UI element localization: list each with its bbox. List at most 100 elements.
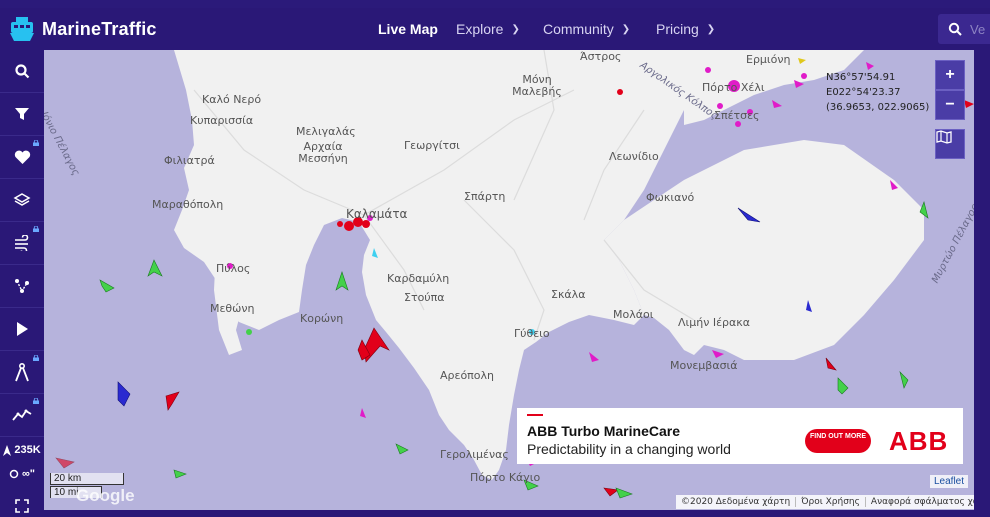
playback-tool-button[interactable]	[0, 308, 44, 351]
map-place-label: Μεθώνη	[210, 302, 255, 315]
tanker-vessel-marker[interactable]	[964, 100, 974, 108]
map-place-label: Αρχαία Μεσσήνη	[298, 140, 348, 165]
weather-tool-button[interactable]	[0, 222, 44, 265]
map-place-label: Ερμιόνη	[746, 53, 791, 66]
layers-icon	[13, 193, 31, 206]
map-place-label: Πόρτο Χέλι	[702, 81, 765, 94]
analytics-tool-button[interactable]	[0, 394, 44, 437]
map-place-label: Κορώνη	[300, 312, 344, 325]
right-edge	[974, 50, 990, 517]
map-place-label: Μελιγαλάς	[296, 125, 356, 138]
nav-pricing[interactable]: Pricing ❯	[656, 8, 715, 50]
map-place-label: Γεωργίτσι	[404, 139, 460, 152]
anchored-vessel-dot[interactable]	[337, 221, 343, 227]
search-box[interactable]: Ve	[938, 14, 990, 44]
chevron-down-icon: ❯	[511, 23, 520, 35]
measure-tool-button[interactable]	[0, 351, 44, 394]
route-icon	[15, 279, 29, 293]
layers-tool-button[interactable]	[0, 179, 44, 222]
nav-community[interactable]: Community ❯	[543, 8, 630, 50]
pleasure-vessel-marker[interactable]	[772, 100, 782, 108]
anchored-vessel-dot[interactable]	[246, 329, 252, 335]
cargo-vessel-marker[interactable]	[615, 487, 633, 499]
cursor-coordinates: N36°57'54.91 E022°54'23.37 (36.9653, 022…	[826, 70, 929, 115]
map-place-label: Πόρτο Κάγιο	[470, 471, 541, 484]
tanker-vessel-marker[interactable]	[363, 327, 390, 363]
attribution-map-data: ©2020 Δεδομένα χάρτη	[676, 497, 797, 507]
cargo-vessel-marker[interactable]	[395, 443, 409, 455]
tanker-vessel-marker[interactable]	[825, 357, 837, 371]
map-place-label: Λεωνίδιο	[609, 150, 659, 163]
passenger-vessel-marker[interactable]	[117, 381, 131, 407]
analytics-icon	[12, 409, 32, 421]
anchored-vessel-dot[interactable]	[344, 221, 354, 231]
nav-live-map-label: Live Map	[378, 21, 438, 37]
search-tool-button[interactable]	[0, 50, 44, 93]
brand[interactable]: MarineTraffic	[8, 8, 157, 50]
cargo-vessel-marker[interactable]	[99, 279, 115, 293]
search-placeholder: Ve	[970, 21, 986, 37]
map-place-label: Μαραθόπολη	[152, 198, 224, 211]
nav-explore[interactable]: Explore ❯	[456, 8, 520, 50]
tanker-vessel-marker[interactable]	[603, 487, 619, 497]
pleasure-vessel-marker[interactable]	[712, 350, 724, 358]
map-place-label: Άστρος	[580, 50, 622, 63]
vessel-count-value: 235K	[14, 444, 41, 456]
cargo-vessel-marker[interactable]	[335, 271, 349, 291]
zoom-out-icon: −	[945, 96, 955, 113]
leaflet-link[interactable]: Leaflet	[930, 475, 969, 488]
vessel-count: 235K	[0, 440, 44, 460]
fullscreen-icon	[15, 499, 29, 513]
map-icon	[936, 130, 952, 144]
tracks-toggle[interactable]: ∞"	[0, 464, 44, 484]
cargo-vessel-marker[interactable]	[147, 259, 163, 277]
coord-decimal: (36.9653, 022.9065)	[826, 102, 930, 113]
anchored-vessel-dot[interactable]	[705, 67, 711, 73]
tanker-vessel-marker[interactable]	[55, 457, 75, 469]
map-place-label: Καρδαμύλη	[387, 272, 450, 285]
filter-tool-button[interactable]	[0, 93, 44, 136]
fullscreen-button[interactable]	[0, 496, 44, 516]
bottom-edge	[44, 510, 974, 517]
favorites-tool-button[interactable]	[0, 136, 44, 179]
map-place-label: Καλό Νερό	[202, 93, 262, 106]
ad-banner[interactable]: ABB Turbo MarineCare Predictability in a…	[517, 408, 963, 464]
ad-title: ABB Turbo MarineCare	[527, 423, 680, 439]
map-place-label: Μόνη Μαλεβής	[512, 73, 562, 98]
search-icon	[948, 22, 962, 36]
pleasure-vessel-marker[interactable]	[866, 62, 874, 70]
routes-tool-button[interactable]	[0, 265, 44, 308]
circle-icon	[9, 469, 19, 479]
ad-subtitle: Predictability in a changing world	[527, 441, 731, 457]
left-toolbar: 235K ∞"	[0, 50, 44, 517]
pleasure-vessel-marker[interactable]	[360, 408, 366, 418]
attribution-report-link[interactable]: Αναφορά σφάλματος χάρτη	[866, 497, 974, 507]
play-icon	[17, 322, 28, 336]
anchored-vessel-dot[interactable]	[617, 89, 623, 95]
live-map[interactable]: Καλό Νερό Κυπαρισσία Μελιγαλάς Αρχαία Με…	[44, 50, 974, 510]
tanker-vessel-marker[interactable]	[165, 391, 180, 411]
nav-live-map[interactable]: Live Map	[378, 8, 438, 50]
map-attribution: ©2020 Δεδομένα χάρτη Όροι Χρήσης Αναφορά…	[676, 495, 974, 509]
pleasure-vessel-marker[interactable]	[589, 352, 599, 362]
cargo-vessel-marker[interactable]	[173, 469, 187, 479]
heart-icon	[14, 150, 30, 164]
ad-accent-bar	[527, 414, 543, 416]
attribution-terms-link[interactable]: Όροι Χρήσης	[796, 497, 866, 507]
nav-explore-label: Explore	[456, 21, 504, 37]
map-type-button[interactable]	[935, 129, 965, 159]
map-place-label: Γερολιμένας	[440, 448, 509, 461]
anchored-vessel-dot[interactable]	[362, 220, 370, 228]
wind-icon	[15, 235, 29, 251]
anchored-vessel-dot[interactable]	[801, 73, 807, 79]
cargo-vessel-marker[interactable]	[899, 371, 909, 389]
zoom-out-button[interactable]: −	[935, 90, 965, 120]
ship-logo-icon	[10, 17, 34, 41]
zoom-in-button[interactable]: +	[935, 60, 965, 90]
cargo-vessel-marker[interactable]	[837, 377, 849, 395]
top-navigation-bar: MarineTraffic Live Map Explore ❯ Communit…	[0, 8, 990, 50]
map-place-label: Φωκιανό	[646, 191, 695, 204]
tracks-label: ∞"	[21, 468, 36, 480]
ad-find-out-more-button[interactable]: FIND OUT MORE	[805, 429, 871, 453]
vessel-icon	[3, 444, 12, 456]
